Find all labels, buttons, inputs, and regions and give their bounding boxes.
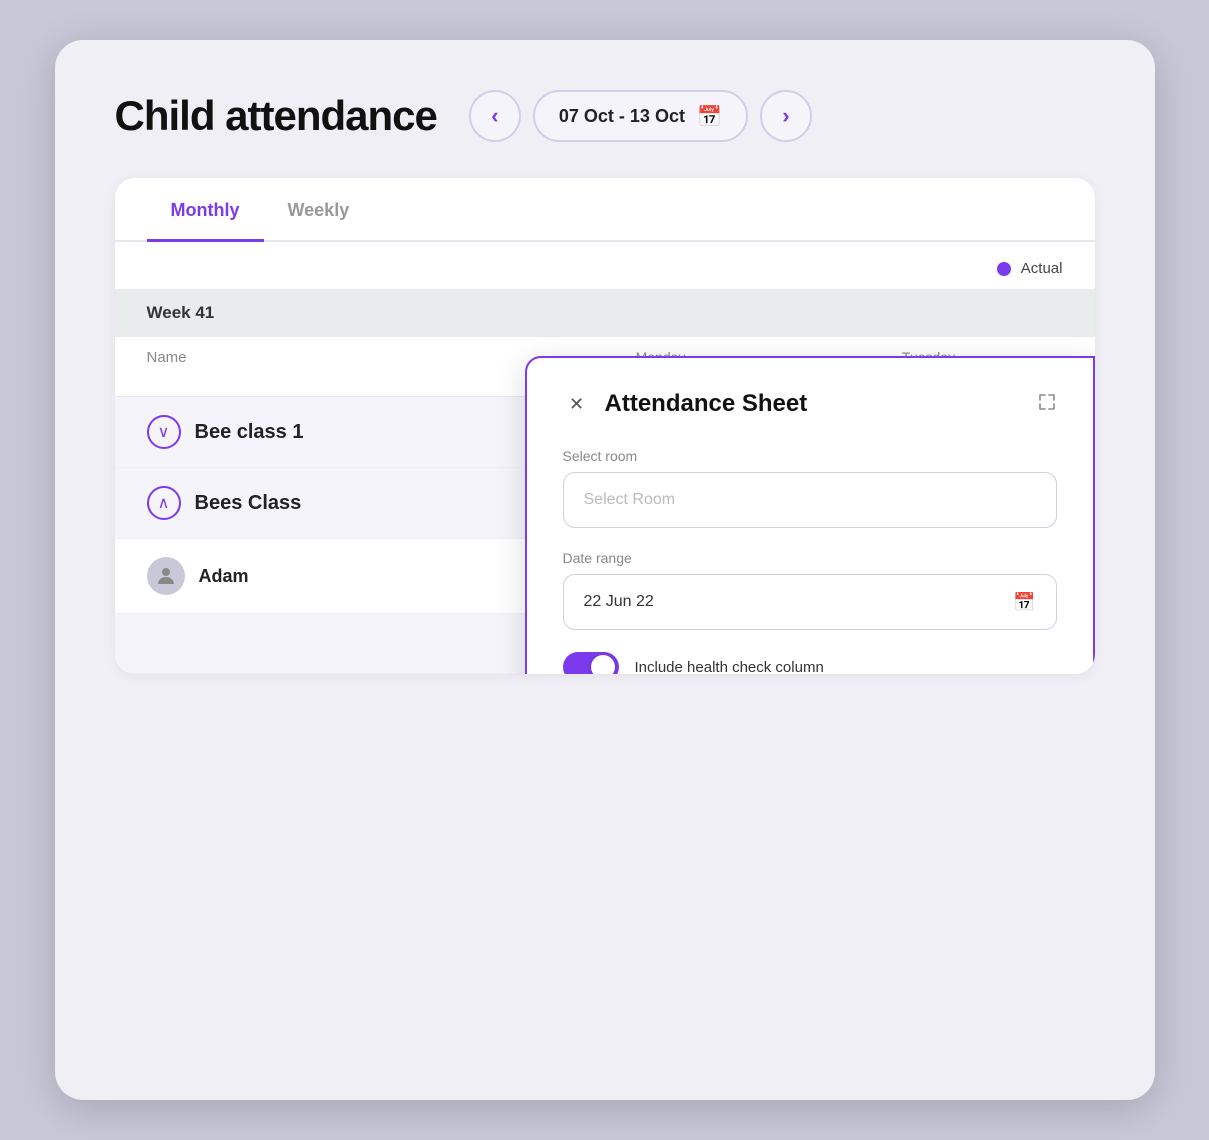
- app-container: Child attendance ‹ 07 Oct - 13 Oct 📅 › M…: [55, 40, 1155, 1100]
- select-room-field: Select room Select Room: [563, 448, 1057, 528]
- chevron-left-icon: ‹: [491, 103, 498, 129]
- avatar: [147, 557, 185, 595]
- chevron-down-icon: ∨: [147, 415, 181, 449]
- panel-header-left: ✕ Attendance Sheet: [563, 390, 808, 418]
- chevron-up-icon: ∧: [147, 486, 181, 520]
- date-range-label: Date range: [563, 550, 1057, 566]
- expand-icon[interactable]: [1037, 392, 1057, 417]
- select-room-placeholder: Select Room: [584, 491, 676, 509]
- close-button[interactable]: ✕: [563, 390, 591, 418]
- prev-week-button[interactable]: ‹: [469, 90, 521, 142]
- legend-row: Actual: [115, 242, 1095, 289]
- select-room-label: Select room: [563, 448, 1057, 464]
- select-room-input[interactable]: Select Room: [563, 472, 1057, 528]
- panel-title: Attendance Sheet: [605, 390, 808, 418]
- health-check-label: Include health check column: [635, 659, 824, 675]
- next-week-button[interactable]: ›: [760, 90, 812, 142]
- date-range-value: 22 Jun 22: [584, 593, 654, 611]
- student-cell: Adam: [147, 557, 527, 595]
- tab-monthly[interactable]: Monthly: [147, 178, 264, 242]
- actual-dot: [997, 262, 1011, 276]
- date-picker-icon: 📅: [1013, 592, 1035, 613]
- week-header: Week 41: [115, 289, 1095, 337]
- class-name-cell: ∨ Bee class 1: [147, 415, 527, 449]
- tab-weekly[interactable]: Weekly: [264, 178, 374, 242]
- date-range-button[interactable]: 07 Oct - 13 Oct 📅: [533, 90, 748, 142]
- class-name-cell: ∧ Bees Class: [147, 486, 527, 520]
- chevron-right-icon: ›: [782, 103, 789, 129]
- main-card: Monthly Weekly Actual Week 41 Name: [115, 178, 1095, 674]
- date-navigation: ‹ 07 Oct - 13 Oct 📅 ›: [469, 90, 812, 142]
- attendance-panel: ✕ Attendance Sheet Select room Select Ro…: [525, 356, 1095, 674]
- name-column-header: Name: [147, 349, 527, 384]
- date-range-field: Date range 22 Jun 22 📅: [563, 550, 1057, 630]
- tabs-bar: Monthly Weekly: [115, 178, 1095, 242]
- actual-label: Actual: [1021, 260, 1063, 277]
- date-range-input[interactable]: 22 Jun 22 📅: [563, 574, 1057, 630]
- date-range-text: 07 Oct - 13 Oct: [559, 106, 685, 127]
- toggle-knob: [591, 655, 615, 674]
- health-check-toggle[interactable]: [563, 652, 619, 674]
- header: Child attendance ‹ 07 Oct - 13 Oct 📅 ›: [115, 90, 1095, 142]
- week-title: Week 41: [147, 303, 215, 322]
- panel-header: ✕ Attendance Sheet: [563, 390, 1057, 418]
- page-title: Child attendance: [115, 92, 437, 140]
- calendar-icon: 📅: [697, 104, 722, 129]
- health-check-toggle-row: Include health check column: [563, 652, 1057, 674]
